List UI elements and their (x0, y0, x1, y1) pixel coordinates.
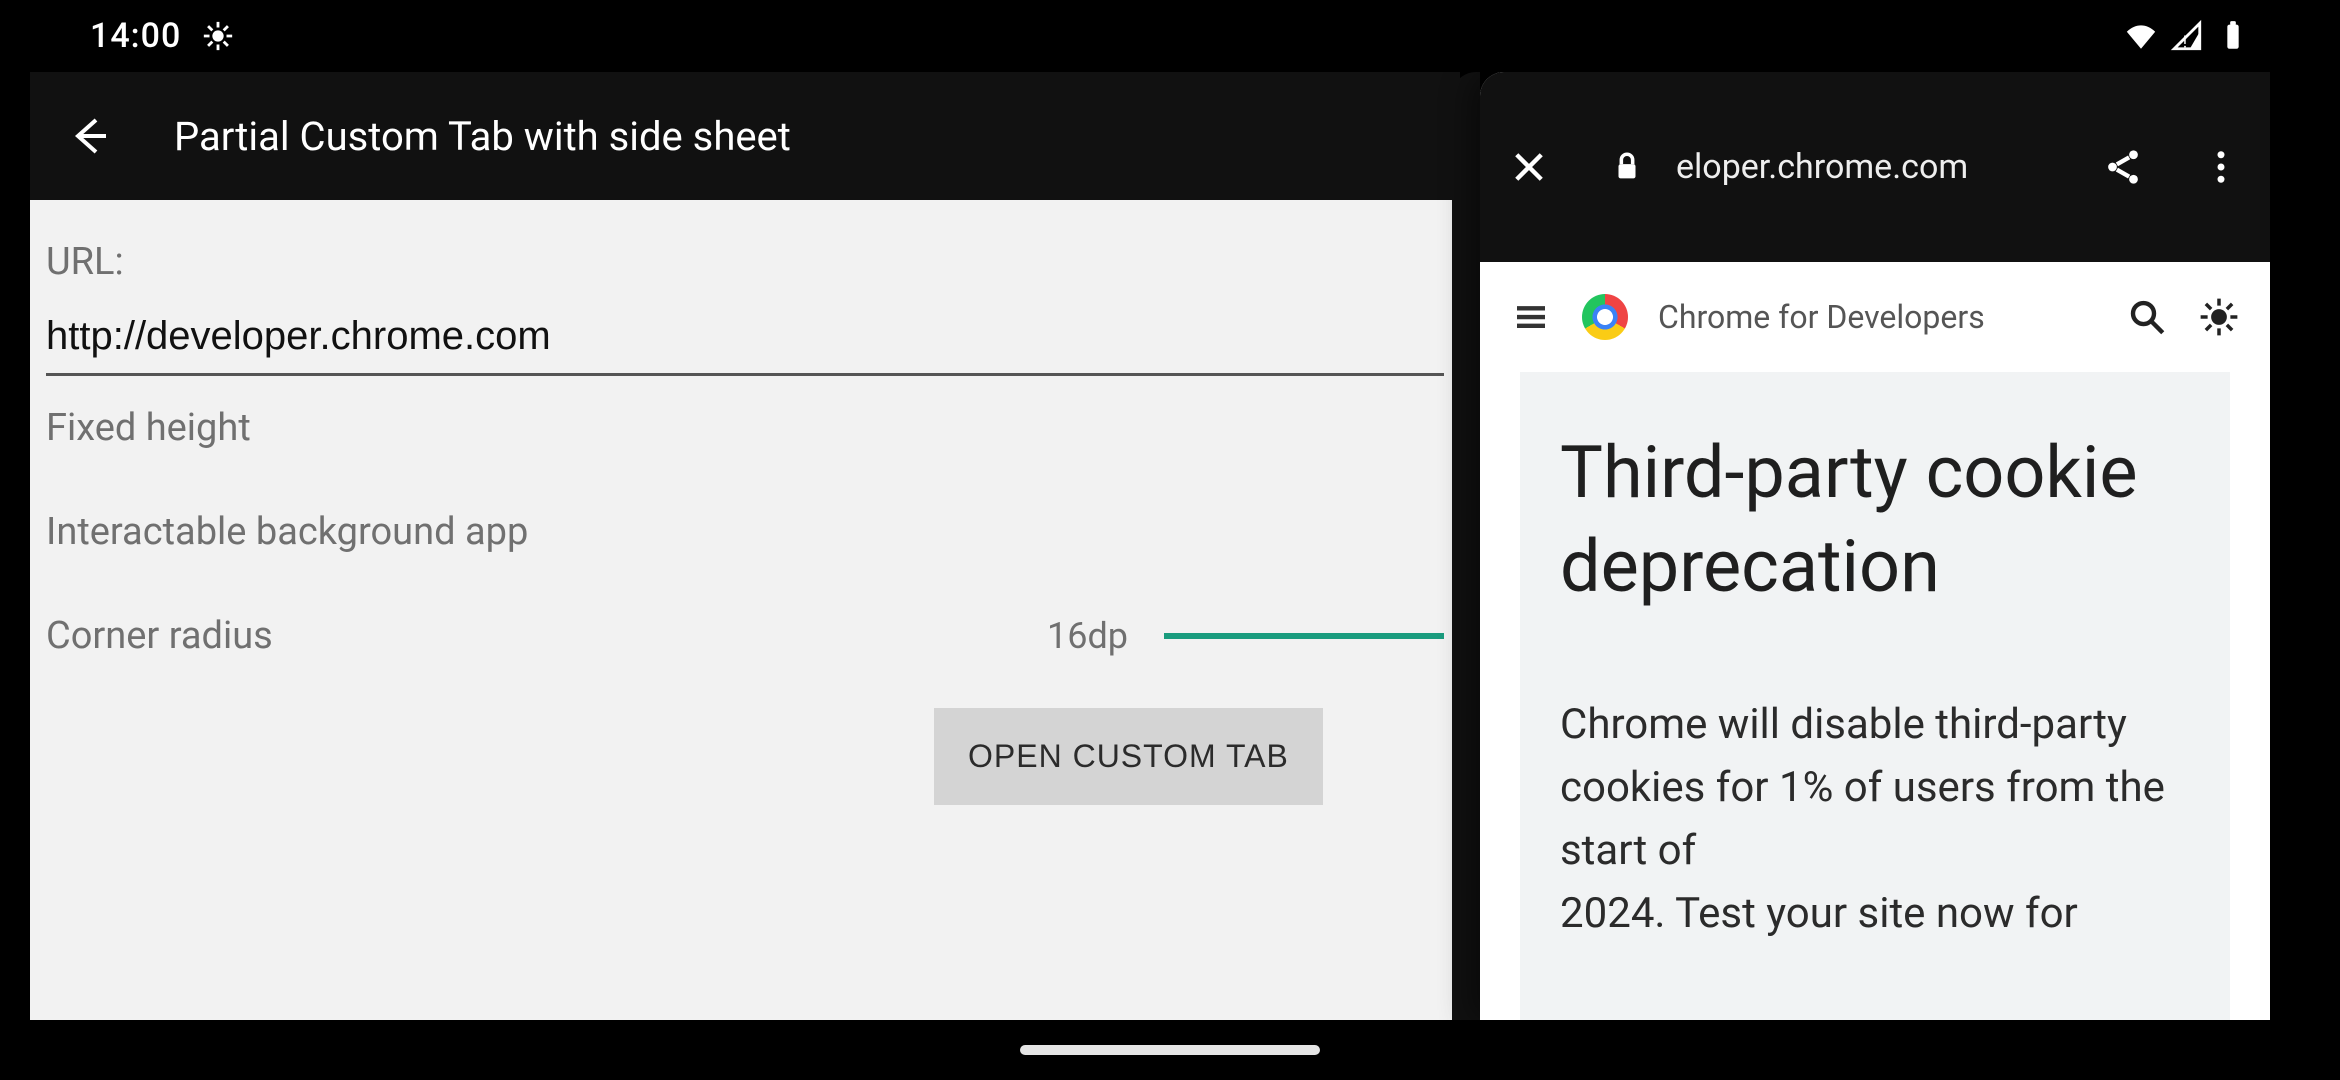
search-icon[interactable] (2126, 296, 2168, 338)
share-icon[interactable] (2102, 146, 2144, 188)
chrome-logo-icon (1582, 294, 1628, 340)
battery-icon (2216, 19, 2250, 53)
custom-tab-side-sheet: eloper.chrome.com Chrome for Developers (1480, 72, 2270, 1020)
app-bar: Partial Custom Tab with side sheet (30, 72, 1460, 200)
app-title: Partial Custom Tab with side sheet (174, 113, 791, 160)
fixed-height-option[interactable]: Fixed height (46, 406, 251, 450)
interactable-background-option[interactable]: Interactable background app (46, 510, 528, 554)
side-sheet-drag-edge[interactable] (1452, 72, 1480, 1020)
article-body-cut: 2024. Test your site now for (1560, 882, 2190, 945)
corner-radius-slider[interactable] (1164, 633, 1444, 639)
cell-signal-icon: ! (2170, 19, 2204, 53)
site-header: Chrome for Developers (1480, 262, 2270, 372)
svg-text:!: ! (2183, 32, 2187, 52)
hamburger-menu-icon[interactable] (1510, 296, 1552, 338)
gear-icon (201, 19, 235, 53)
url-label: URL: (46, 240, 1444, 284)
gesture-handle[interactable] (1020, 1045, 1320, 1055)
close-icon[interactable] (1508, 146, 1550, 188)
status-clock: 14:00 (90, 16, 181, 56)
corner-radius-label: Corner radius (46, 614, 273, 658)
site-brand[interactable]: Chrome for Developers (1658, 298, 1985, 336)
gesture-nav-bar (0, 1020, 2340, 1080)
theme-toggle-icon[interactable] (2198, 296, 2240, 338)
article-body: Chrome will disable third-party cookies … (1560, 693, 2190, 882)
lock-icon (1606, 146, 1648, 188)
article-card: Third-party cookie deprecation Chrome wi… (1520, 372, 2230, 1020)
corner-radius-value: 16dp (1047, 615, 1128, 657)
custom-tab-host[interactable]: eloper.chrome.com (1676, 147, 1968, 187)
article-title: Third-party cookie deprecation (1560, 426, 2190, 613)
status-bar: 14:00 ! (30, 0, 2310, 72)
background-app-pane: Partial Custom Tab with side sheet URL: … (30, 72, 1460, 1020)
back-button[interactable] (54, 100, 126, 172)
open-custom-tab-button[interactable]: OPEN CUSTOM TAB (934, 708, 1323, 805)
wifi-icon (2124, 19, 2158, 53)
url-input[interactable] (46, 308, 1444, 376)
overflow-menu-icon[interactable] (2200, 146, 2242, 188)
custom-tab-toolbar: eloper.chrome.com (1480, 72, 2270, 262)
